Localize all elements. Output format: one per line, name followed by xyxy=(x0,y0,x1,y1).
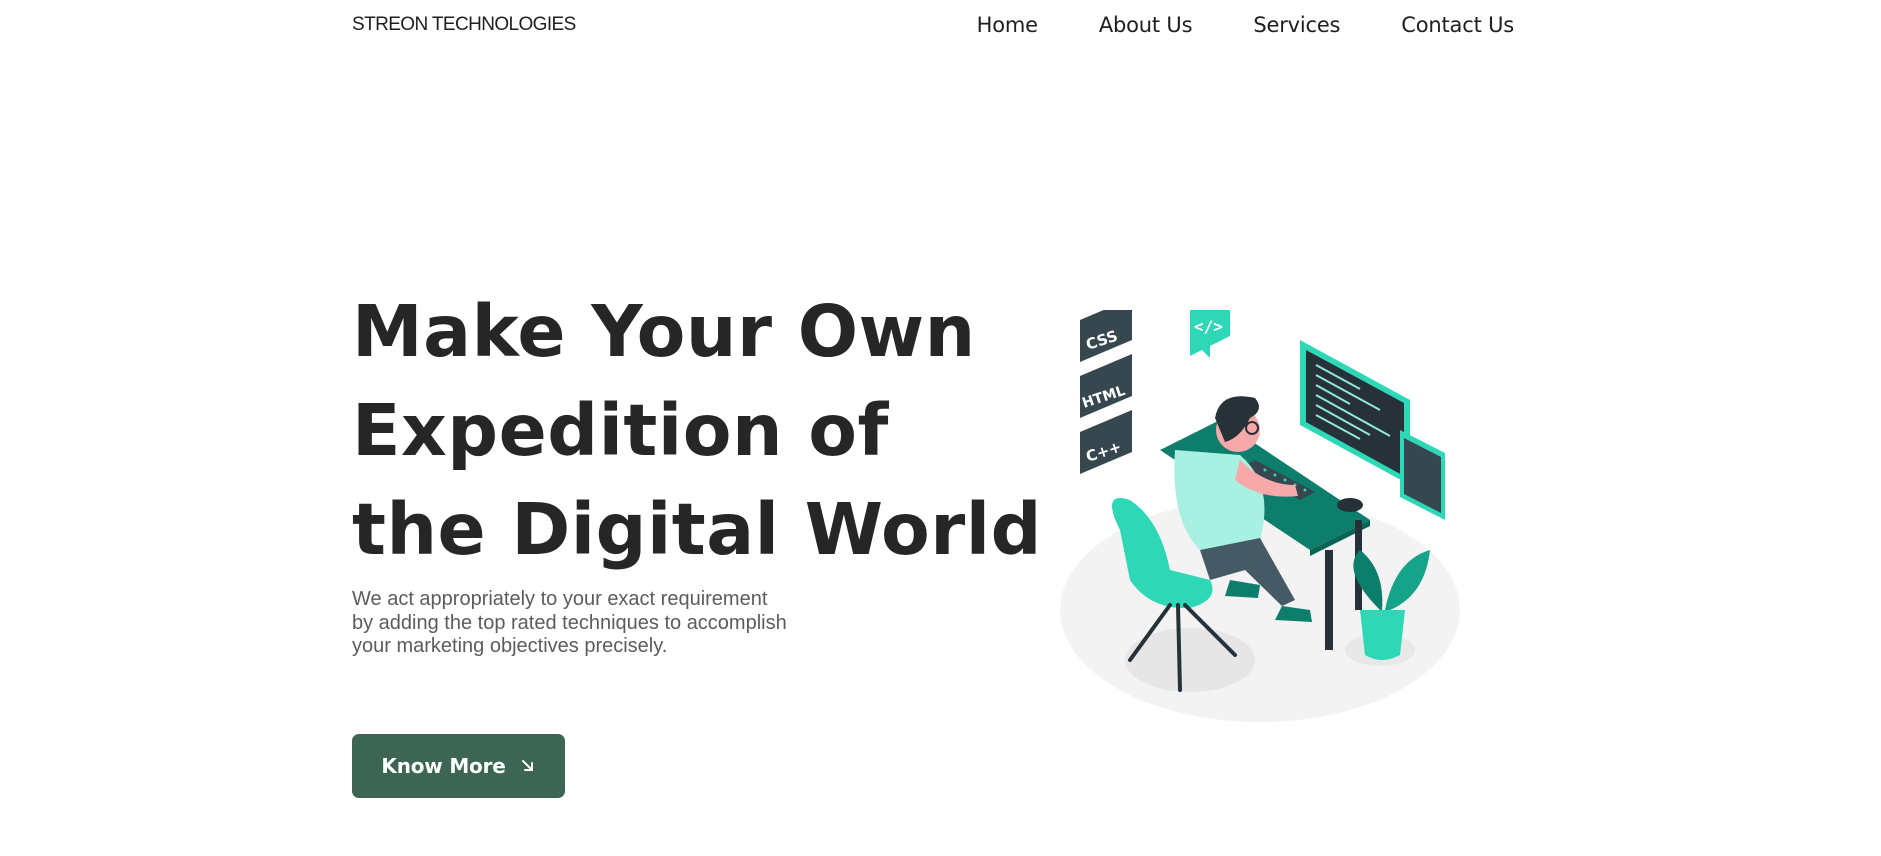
hero-title-line: Make Your Own xyxy=(352,290,976,373)
landing-page: STREON TECHNOLOGIES Home About Us Servic… xyxy=(0,0,1881,856)
nav-home-link[interactable]: Home xyxy=(977,13,1038,37)
nav-about-link[interactable]: About Us xyxy=(1099,13,1193,37)
arrow-down-right-icon xyxy=(520,758,536,774)
html-badge: HTML xyxy=(1080,354,1132,418)
nav-services-link[interactable]: Services xyxy=(1253,13,1340,37)
brand-logo-text[interactable]: STREON TECHNOLOGIES xyxy=(352,14,576,36)
hero-title: Make Your Own Expedition of the Digital … xyxy=(352,282,1042,579)
developer-at-desk-illustration: </> CSS HTML C++ xyxy=(1060,286,1480,730)
hero-title-line: the Digital World xyxy=(352,488,1042,571)
know-more-label: Know More xyxy=(381,754,506,778)
svg-text:</>: </> xyxy=(1194,317,1223,336)
code-bubble-icon: </> xyxy=(1190,286,1230,358)
nav-contact-link[interactable]: Contact Us xyxy=(1401,13,1514,37)
know-more-button[interactable]: Know More xyxy=(352,734,565,798)
hero-description: We act appropriately to your exact requi… xyxy=(352,588,787,657)
cpp-badge: C++ xyxy=(1080,410,1132,474)
hero-title-line: Expedition of xyxy=(352,389,889,472)
css-badge: CSS xyxy=(1080,298,1132,362)
site-header: STREON TECHNOLOGIES Home About Us Servic… xyxy=(352,0,1514,50)
main-nav: Home About Us Services Contact Us xyxy=(977,13,1515,37)
